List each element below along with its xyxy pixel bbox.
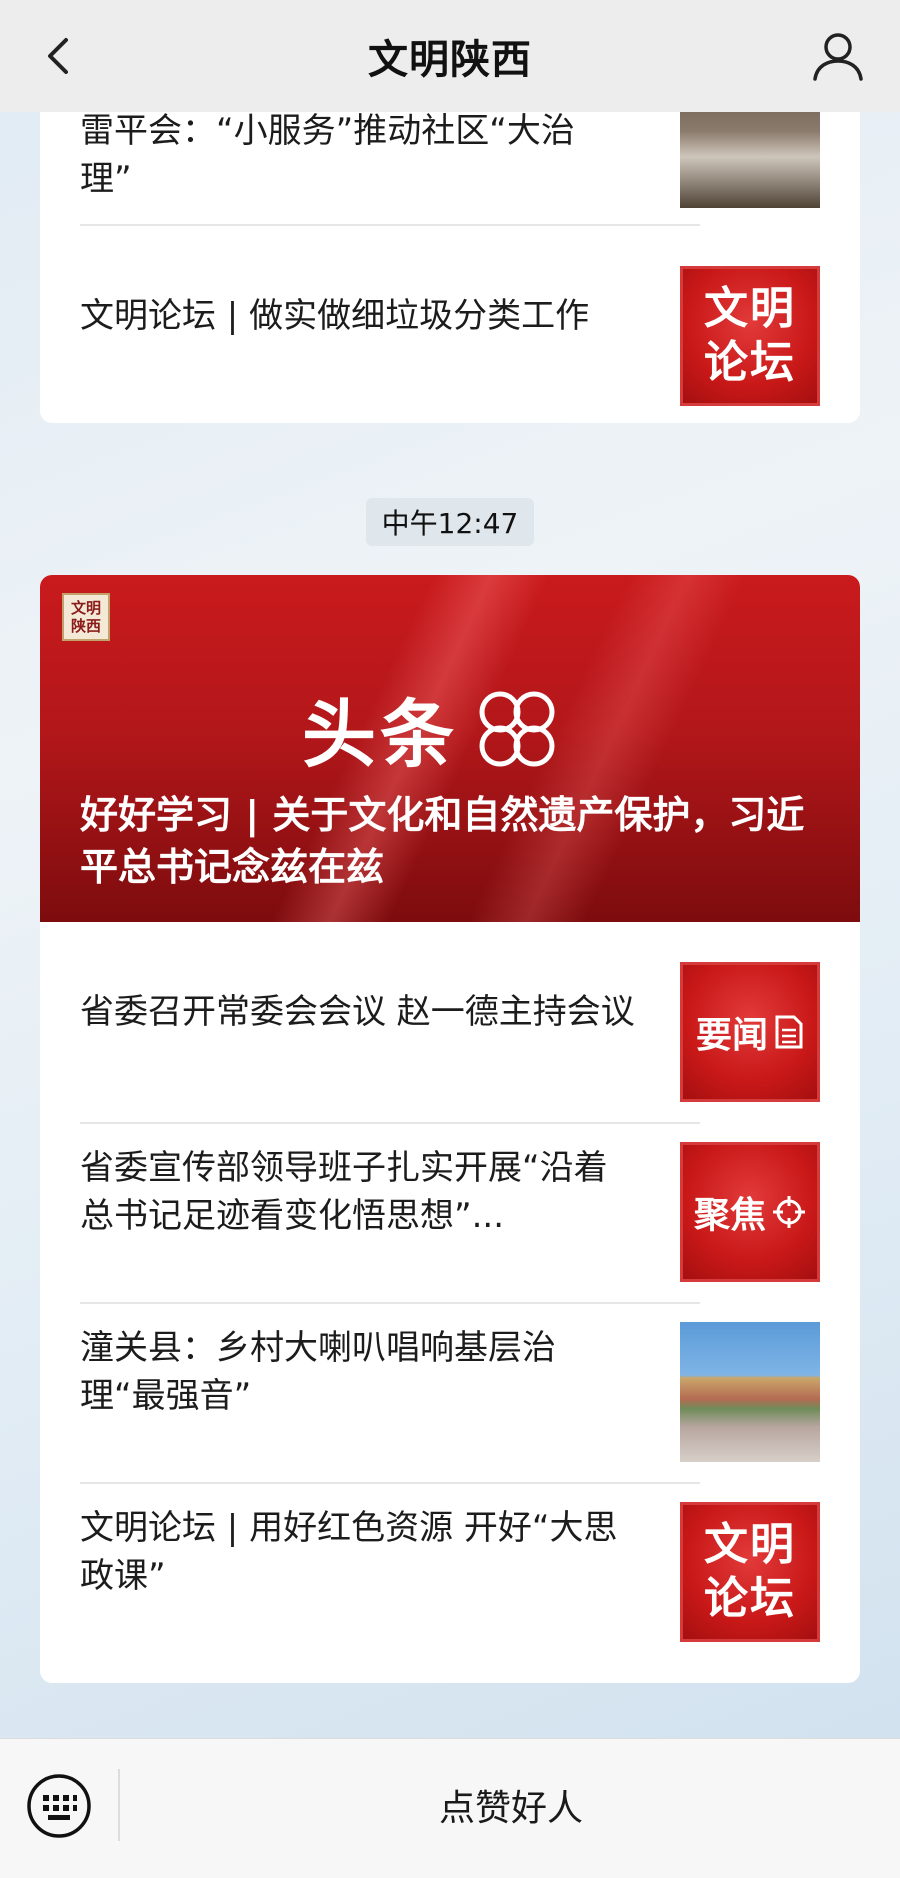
profile-button[interactable]	[806, 24, 870, 88]
thumb-label: 论坛	[704, 337, 796, 388]
divider	[118, 1769, 120, 1841]
article-thumbnail	[680, 1322, 820, 1462]
article-title: 潼关县：乡村大喇叭唱响基层治理“最强音”	[80, 1328, 556, 1416]
article-title: 文明论坛 | 做实做细垃圾分类工作	[80, 296, 590, 336]
article-title: 省委宣传部领导班子扎实开展“沿着总书记足迹看变化悟思想”...	[80, 1148, 608, 1236]
article-title: 省委召开常委会会议 赵一德主持会议	[80, 992, 635, 1032]
brand-logo: 文明 陕西	[62, 593, 110, 641]
list-item[interactable]: 省委召开常委会会议 赵一德主持会议 要闻	[80, 922, 820, 1102]
article-card-previous: 雷平会：“小服务”推动社区“大治理” 文明论坛 | 做实做细垃圾分类工作 文明 …	[40, 70, 860, 423]
article-title: 雷平会：“小服务”推动社区“大治理”	[80, 111, 575, 199]
list-item[interactable]: 潼关县：乡村大喇叭唱响基层治理“最强音”	[80, 1282, 820, 1462]
article-title: 文明论坛 | 用好红色资源 开好“大思政课”	[80, 1508, 618, 1596]
thumb-label: 文明	[704, 283, 796, 334]
keyboard-icon	[27, 1774, 91, 1838]
thumb-label: 论坛	[704, 1573, 796, 1624]
back-button[interactable]	[30, 26, 90, 86]
chevron-left-icon	[48, 38, 68, 74]
thumb-label: 文明	[704, 1519, 796, 1570]
list-item[interactable]: 文明论坛 | 做实做细垃圾分类工作 文明 论坛	[80, 226, 820, 406]
list-item[interactable]: 省委宣传部领导班子扎实开展“沿着总书记足迹看变化悟思想”... 聚焦	[80, 1102, 820, 1282]
article-thumbnail: 文明 论坛	[680, 1502, 820, 1642]
page-title: 文明陕西	[368, 37, 532, 83]
document-icon	[775, 1015, 803, 1049]
top-nav-bar: 文明陕西	[0, 0, 900, 112]
article-thumbnail: 聚焦	[680, 1142, 820, 1282]
article-thumbnail: 要闻	[680, 962, 820, 1102]
thumb-label: 聚焦	[693, 1195, 766, 1236]
headline-mark: 头条	[302, 675, 562, 782]
article-card: 文明 陕西 头条 好好学习 | 关于文化和自然遗产保护，习近平总书记念兹在兹 省委…	[40, 575, 860, 1683]
list-item[interactable]: 文明论坛 | 用好红色资源 开好“大思政课” 文明 论坛	[80, 1462, 820, 1642]
headline-mark-text: 头条	[302, 692, 458, 778]
headline-caption: 好好学习 | 关于文化和自然遗产保护，习近平总书记念兹在兹	[80, 793, 805, 889]
timestamp: 中午12:47	[366, 498, 534, 546]
article-thumbnail: 文明 论坛	[680, 266, 820, 406]
bottom-menu-bar: 点赞好人	[0, 1738, 900, 1878]
person-icon	[813, 33, 863, 81]
clover-icon	[479, 691, 555, 766]
keyboard-toggle-button[interactable]	[26, 1773, 92, 1839]
target-icon	[773, 1196, 805, 1228]
menu-button-dianzan[interactable]: 点赞好人	[122, 1759, 900, 1851]
thumb-label: 要闻	[695, 1015, 768, 1056]
headline-banner[interactable]: 文明 陕西 头条 好好学习 | 关于文化和自然遗产保护，习近平总书记念兹在兹	[40, 575, 860, 922]
